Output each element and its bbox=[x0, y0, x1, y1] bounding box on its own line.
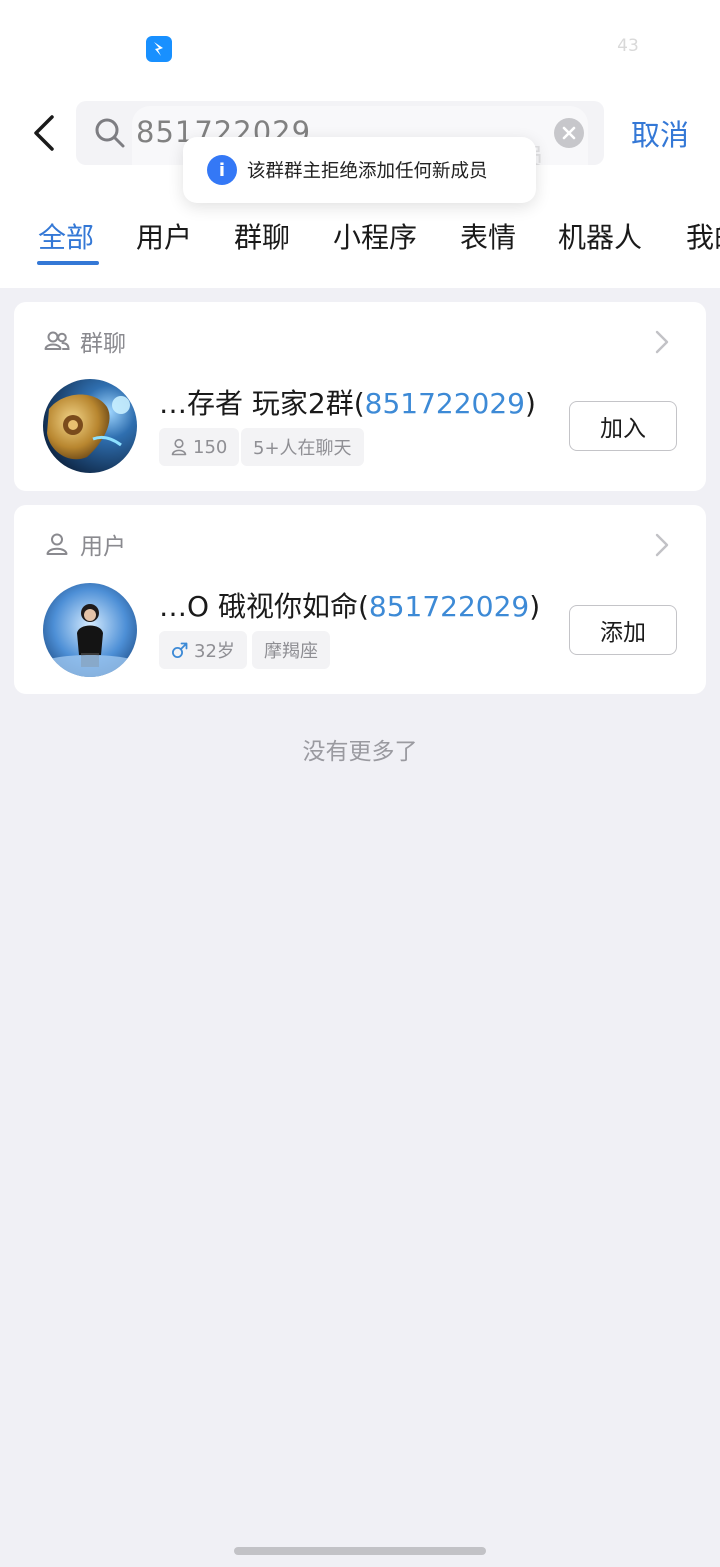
age-text: 32岁 bbox=[194, 641, 235, 662]
member-count: 150 bbox=[193, 436, 228, 458]
active-chat-tag: 5+人在聊天 bbox=[241, 428, 364, 466]
chevron-left-icon bbox=[34, 115, 54, 151]
tab-mine[interactable]: 我的 bbox=[686, 216, 720, 256]
toast-text: 该群群主拒绝添加任何新成员 bbox=[247, 161, 488, 182]
no-more-results: 没有更多了 bbox=[302, 739, 418, 765]
user-results-card: 用户 …O 硪视你如命(851722029) 32岁 摩羯座 添加 bbox=[14, 505, 706, 694]
group-results-card: 群聊 …存者 玩家2群(851722029) 150 5+人在聊天 加入 bbox=[14, 302, 706, 491]
tab-all[interactable]: 全部 bbox=[38, 216, 94, 256]
tab-stickers[interactable]: 表情 bbox=[460, 216, 516, 256]
tab-bots[interactable]: 机器人 bbox=[558, 216, 642, 256]
status-bar: 43 bbox=[0, 0, 720, 96]
tab-mini-programs[interactable]: 小程序 bbox=[333, 216, 417, 256]
group-section-header[interactable]: 群聊 bbox=[44, 326, 126, 357]
category-tabs: 全部 用户 群聊 小程序 表情 机器人 我的 bbox=[0, 210, 720, 270]
zodiac-text: 摩羯座 bbox=[264, 641, 318, 662]
home-indicator[interactable] bbox=[234, 1547, 486, 1555]
user-name-prefix: …O 硪视你如命( bbox=[159, 590, 369, 623]
user-icon bbox=[46, 533, 68, 555]
person-icon bbox=[171, 438, 187, 456]
info-icon: i bbox=[207, 155, 237, 185]
top-panel: 43 851722029 员 取消 i 该群群主拒绝添加任何新成员 全部 用户 … bbox=[0, 0, 720, 288]
toast-message: i 该群群主拒绝添加任何新成员 bbox=[183, 137, 536, 203]
chevron-right-icon[interactable] bbox=[652, 531, 672, 559]
back-button[interactable] bbox=[24, 110, 64, 156]
group-avatar[interactable] bbox=[43, 379, 137, 473]
user-name-suffix: ) bbox=[529, 590, 541, 623]
age-tag: 32岁 bbox=[159, 631, 247, 669]
user-section-label: 用户 bbox=[80, 534, 126, 560]
group-icon bbox=[44, 331, 70, 350]
user-avatar[interactable] bbox=[43, 583, 137, 677]
male-gender-icon bbox=[172, 642, 188, 658]
search-icon bbox=[95, 118, 125, 148]
group-name[interactable]: …存者 玩家2群(851722029) bbox=[159, 382, 536, 422]
app-notification-icon bbox=[146, 36, 172, 62]
chevron-right-icon[interactable] bbox=[652, 328, 672, 356]
join-group-button[interactable]: 加入 bbox=[569, 401, 677, 451]
member-count-tag: 150 bbox=[159, 428, 240, 466]
tab-users[interactable]: 用户 bbox=[136, 216, 192, 256]
add-friend-button[interactable]: 添加 bbox=[569, 605, 677, 655]
tab-groups[interactable]: 群聊 bbox=[234, 216, 290, 256]
zodiac-tag: 摩羯座 bbox=[252, 631, 330, 669]
active-tab-indicator bbox=[37, 261, 99, 265]
user-name[interactable]: …O 硪视你如命(851722029) bbox=[159, 585, 540, 625]
user-section-header[interactable]: 用户 bbox=[44, 529, 126, 560]
group-id-highlight: 851722029 bbox=[364, 387, 525, 420]
group-section-label: 群聊 bbox=[80, 331, 126, 357]
cancel-button[interactable]: 取消 bbox=[622, 112, 698, 154]
status-indicator: 43 bbox=[617, 36, 639, 56]
group-name-prefix: …存者 玩家2群( bbox=[159, 387, 365, 420]
user-id-highlight: 851722029 bbox=[368, 590, 530, 623]
active-chat-text: 5+人在聊天 bbox=[253, 438, 352, 459]
group-name-suffix: ) bbox=[524, 387, 536, 420]
